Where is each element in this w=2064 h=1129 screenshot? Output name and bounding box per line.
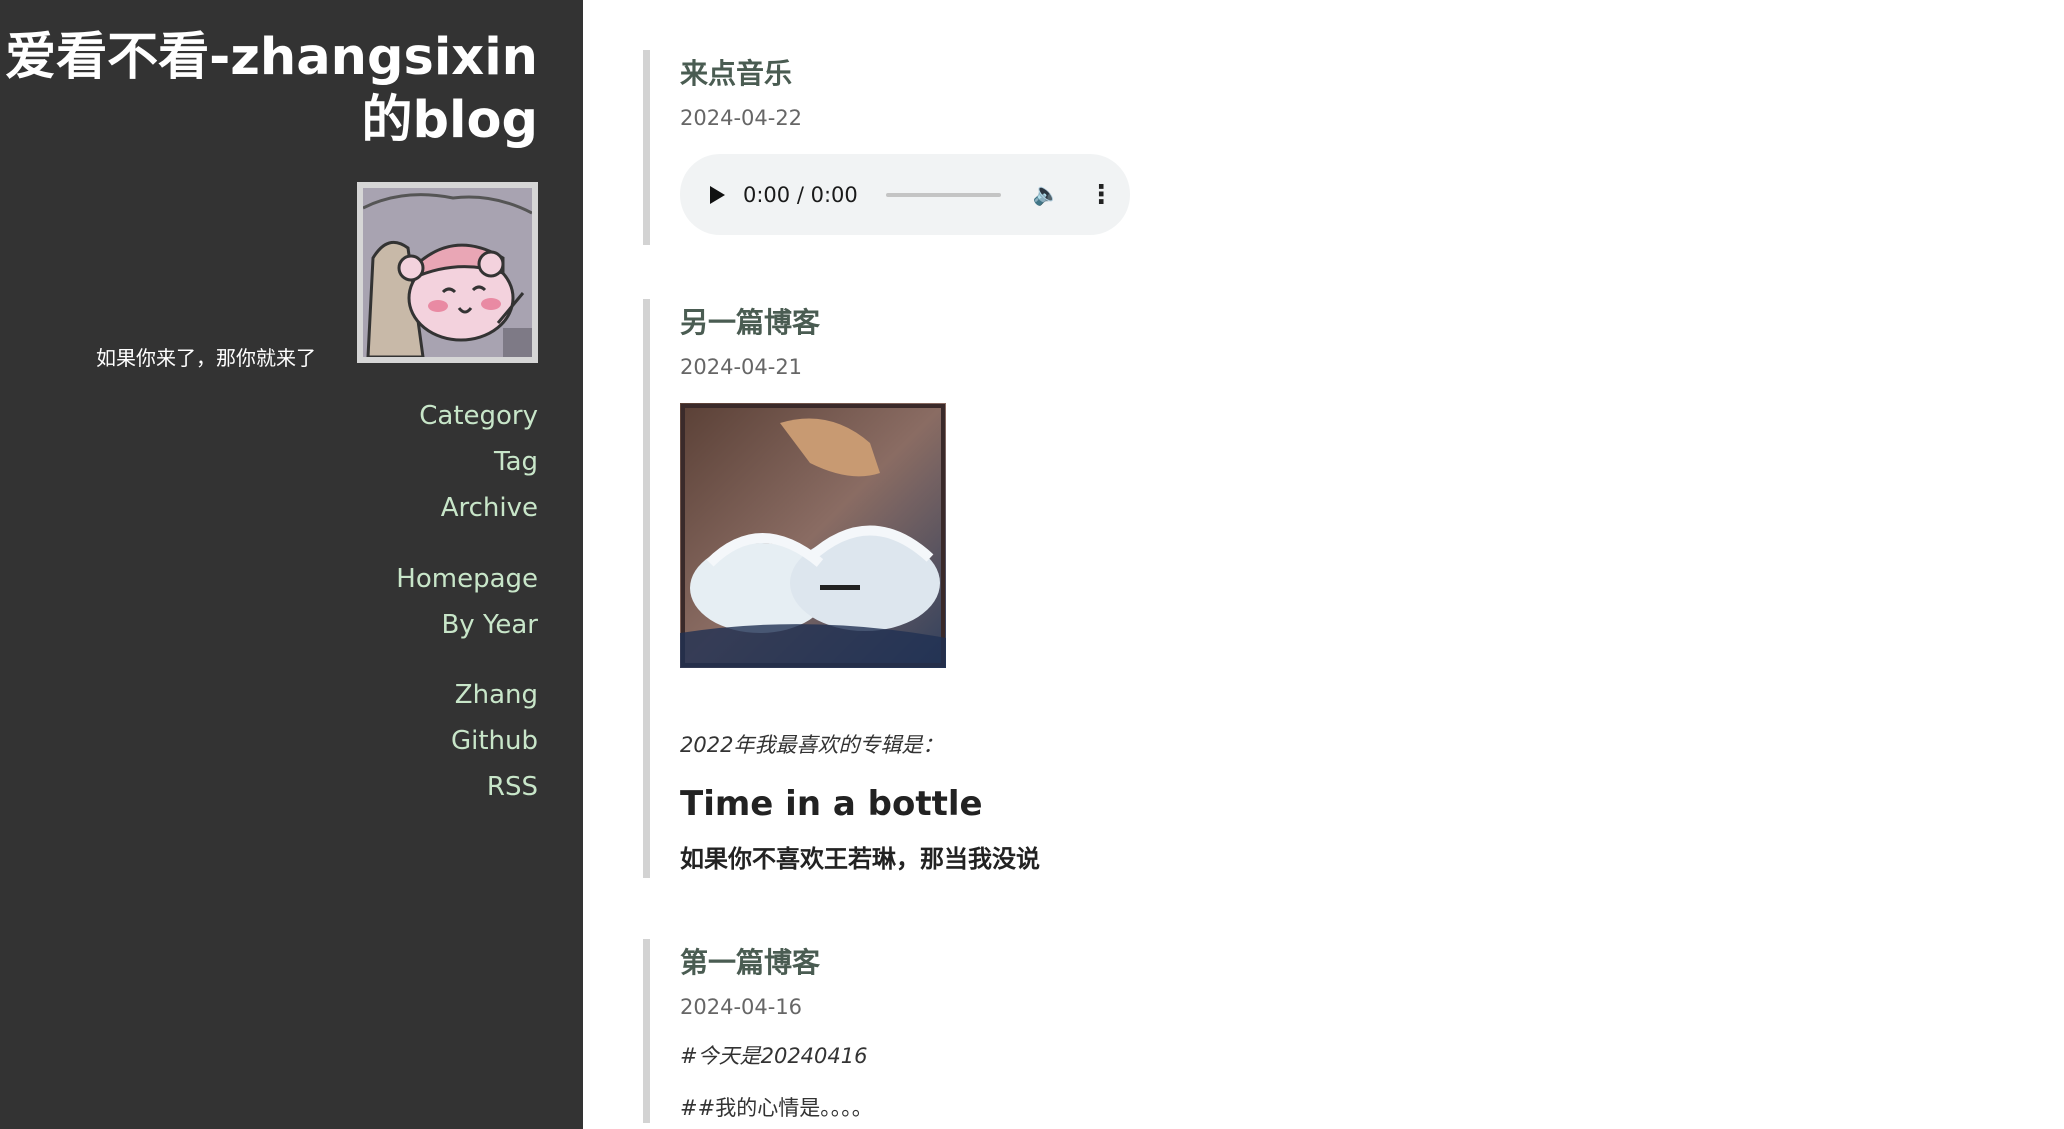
- post-date: 2024-04-16: [680, 995, 803, 1019]
- volume-icon[interactable]: 🔈: [1033, 182, 1060, 207]
- site-title[interactable]: 爱看不看-zhangsixin的blog: [0, 26, 538, 152]
- nav-zhang-link[interactable]: Zhang: [451, 672, 538, 718]
- nav-archive-link[interactable]: Archive: [419, 485, 538, 531]
- nav-primary: Category Tag Archive: [419, 393, 538, 531]
- avatar-image: [363, 188, 532, 357]
- play-icon[interactable]: [710, 185, 725, 204]
- nav-rss-link[interactable]: RSS: [451, 764, 538, 810]
- audio-progress-slider[interactable]: [885, 192, 1001, 197]
- nav-github-link[interactable]: Github: [451, 718, 538, 764]
- album-photo: [680, 403, 946, 668]
- post-line: ##我的心情是。。。。: [680, 1096, 873, 1120]
- post-caption: 2022年我最喜欢的专辑是：: [680, 733, 944, 757]
- post-first-blog: 第一篇博客 2024-04-16 #今天是20240416 ##我的心情是。。。…: [643, 939, 873, 1123]
- audio-player[interactable]: 0:00 / 0:00 🔈 ⋮: [680, 154, 1130, 235]
- nav-secondary: Homepage By Year: [396, 556, 538, 648]
- post-bold-line: 如果你不喜欢王若琳，那当我没说: [680, 845, 1040, 873]
- album-cover-image: [680, 403, 946, 668]
- audio-time: 0:00 / 0:00: [743, 182, 858, 207]
- post-music: 来点音乐 2024-04-22 0:00 / 0:00 🔈 ⋮: [643, 50, 1130, 245]
- post-title[interactable]: 另一篇博客: [680, 299, 1040, 341]
- nav-tag-link[interactable]: Tag: [419, 439, 538, 485]
- post-date: 2024-04-21: [680, 355, 803, 379]
- post-date: 2024-04-22: [680, 106, 803, 130]
- site-motto: 如果你来了，那你就来了: [96, 346, 316, 370]
- post-another-blog: 另一篇博客 2024-04-21 2022年我最喜欢的专辑是： Time in …: [643, 299, 1040, 878]
- sidebar: 爱看不看-zhangsixin的blog 如果你来了，那你就来了 Categor…: [0, 0, 583, 1129]
- more-options-icon[interactable]: ⋮: [1088, 180, 1114, 210]
- nav-homepage-link[interactable]: Homepage: [396, 556, 538, 602]
- post-line: #今天是20240416: [680, 1044, 868, 1068]
- post-title[interactable]: 第一篇博客: [680, 939, 873, 981]
- nav-links: Zhang Github RSS: [451, 672, 538, 810]
- post-title[interactable]: 来点音乐: [680, 50, 1130, 92]
- nav-by-year-link[interactable]: By Year: [396, 602, 538, 648]
- nav-category-link[interactable]: Category: [419, 393, 538, 439]
- post-heading: Time in a bottle: [680, 784, 983, 824]
- avatar: [357, 182, 538, 363]
